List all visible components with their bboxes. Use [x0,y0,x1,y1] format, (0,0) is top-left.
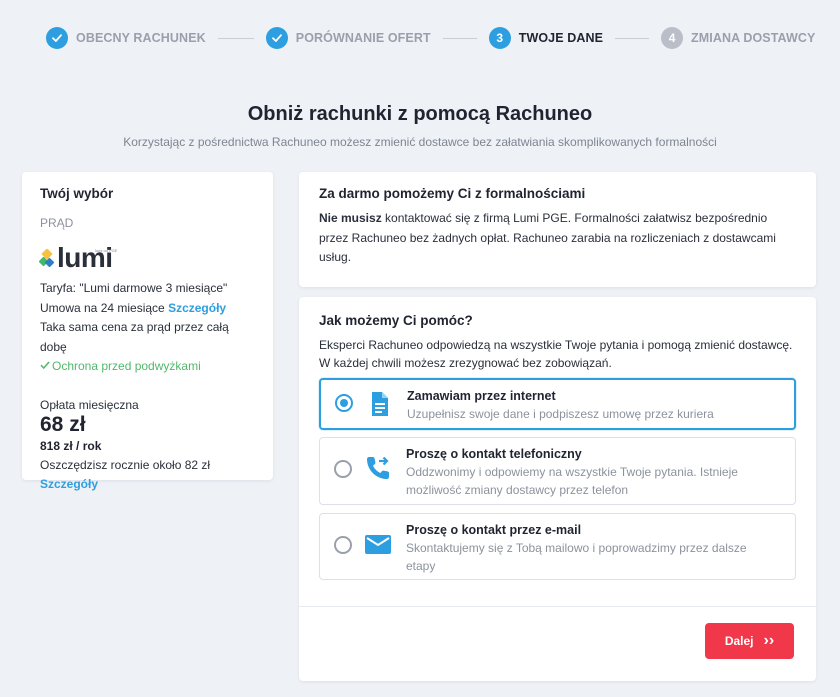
next-button-label: Dalej [724,634,754,648]
option-title: Proszę o kontakt telefoniczny [406,447,582,461]
step-your-data: 3 TWOJE DANE [488,27,604,49]
monthly-label: Opłata miesięczna [40,397,139,412]
option-desc: Oddzwonimy i odpowiemy na wszystkie Twoj… [406,465,738,497]
contract-row: Umowa na 24 miesiące Szczegóły [40,299,255,319]
step-label: TWOJE DANE [518,31,604,45]
step-current-bill: OBECNY RACHUNEK [46,27,206,49]
step-compare-offers: PORÓWNANIE OFERT [265,27,431,49]
checkmark-icon [40,361,50,370]
step-change-provider: 4 ZMIANA DOSTAWCY [661,27,815,49]
option-title: Zamawiam przez internet [407,389,556,403]
double-chevron-right-icon: ›› [763,632,775,649]
checkmark-icon [265,27,288,49]
progress-stepper: OBECNY RACHUNEK PORÓWNANIE OFERT 3 TWOJE… [46,24,815,52]
formalities-text-rest: kontaktować się z firmą Lumi PGE. Formal… [319,211,776,264]
document-icon [372,392,388,416]
option-title: Proszę o kontakt przez e-mail [406,523,582,537]
option-email-contact[interactable]: Proszę o kontakt przez e-mail Skontaktuj… [319,513,796,580]
next-button[interactable]: Dalej ›› [705,623,794,659]
phone-forward-icon [367,456,389,479]
formalities-text: Nie musisz kontaktować się z firmą Lumi … [319,209,796,268]
same-price-text: Taka sama cena za prąd przez całą dobę [40,320,229,354]
choice-title: Twój wybór [40,186,114,201]
step-label: ZMIANA DOSTAWCY [691,31,816,45]
logo-subtext: lumi od PGE [95,248,118,253]
tariff-text: Taryfa: "Lumi darmowe 3 miesiące" [40,281,228,295]
choice-card: Twój wybór PRĄD lumi lumi od PGE Taryfa:… [22,172,273,491]
checkmark-icon [46,27,68,49]
help-text: Eksperci Rachuneo odpowiedzą na wszystki… [319,338,793,370]
savings-text: Oszczędzisz rocznie około 82 zł [40,457,211,472]
lumi-logo: lumi [38,240,255,272]
formalities-title: Za darmo pomożemy Ci z formalnościami [319,186,586,201]
option-online-order[interactable]: Zamawiam przez internet Uzupełnisz swoje… [319,378,796,430]
details-link[interactable]: Szczegóły [40,475,255,495]
formalities-text-bold: Nie musisz [319,211,382,225]
step-label: OBECNY RACHUNEK [76,31,206,45]
help-card: Jak możemy Ci pomóc? Eksperci Rachuneo o… [299,297,816,681]
page-subtitle: Korzystając z pośrednictwa Rachuneo może… [123,135,717,149]
divider [299,606,816,607]
monthly-price: 68 zł [40,412,86,436]
help-title: Jak możemy Ci pomóc? [319,313,473,328]
radio-online-order[interactable] [335,394,353,412]
page-title: Obniż rachunki z pomocą Rachuneo [247,103,593,125]
formalities-card: Za darmo pomożemy Ci z formalnościami Ni… [299,172,816,287]
option-desc: Skontaktujemy się z Tobą mailowo i popro… [406,541,747,573]
contract-text: Umowa na 24 miesiące [40,300,165,315]
email-icon [365,535,391,554]
lumi-logo-icon [38,248,55,272]
protection-row: Ochrona przed podwyżkami [40,357,255,377]
radio-phone-contact[interactable] [334,460,352,478]
step-connector [442,37,477,39]
protection-text: Ochrona przed podwyżkami [52,359,201,373]
step-connector [217,37,254,39]
step-label: PORÓWNANIE OFERT [295,31,431,45]
radio-email-contact[interactable] [334,536,352,554]
step-number: 4 [661,27,684,49]
option-phone-contact[interactable]: Proszę o kontakt telefoniczny Oddzwonimy… [319,437,796,505]
step-number: 3 [488,27,511,49]
option-desc: Uzupełnisz swoje dane i podpiszesz umowę… [407,407,714,421]
step-connector [615,37,650,39]
contract-details-link[interactable]: Szczegóły [168,301,226,315]
yearly-price: 818 zł / rok [40,438,102,453]
category-label: PRĄD [40,216,74,230]
